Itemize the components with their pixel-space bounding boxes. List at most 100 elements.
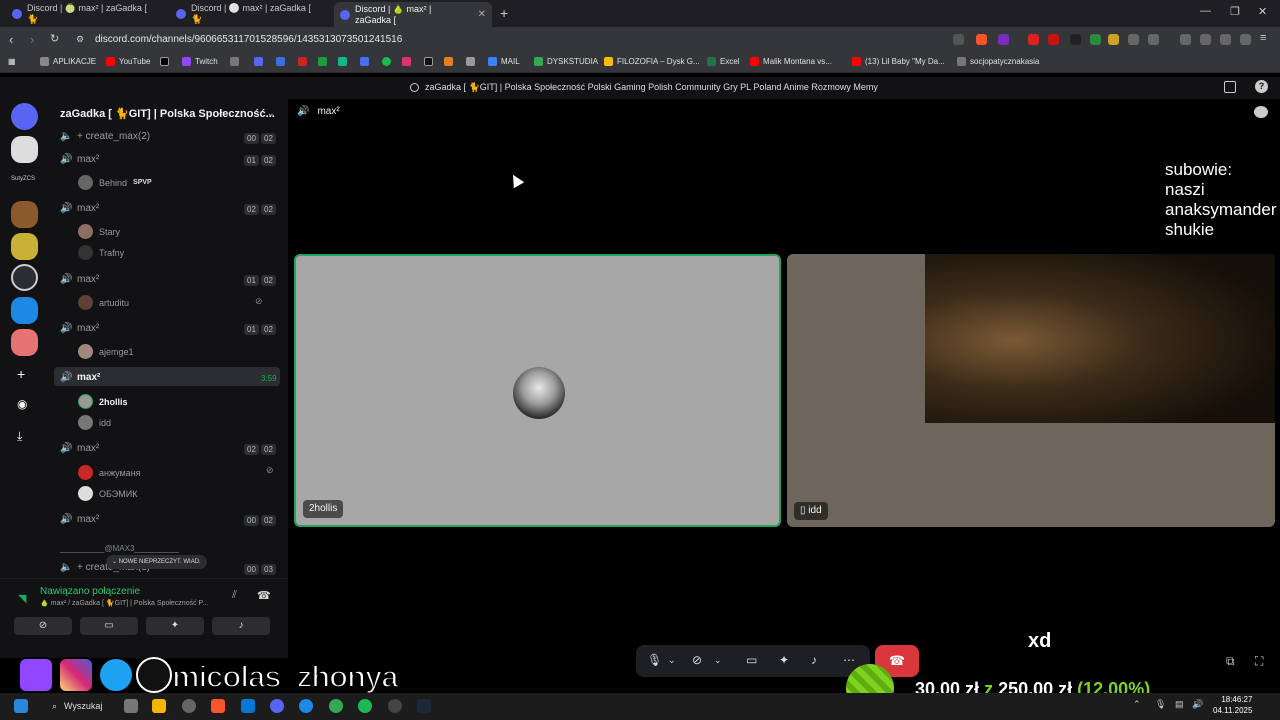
vpn-icon[interactable] <box>1240 34 1251 45</box>
help-icon[interactable]: ? <box>1255 80 1268 93</box>
chevron-down-icon[interactable]: ⌄ <box>668 655 676 666</box>
bookmark-icon[interactable] <box>276 57 285 66</box>
brave-icon[interactable] <box>211 699 225 713</box>
voice-user[interactable]: idd <box>78 415 111 430</box>
x-twitter-icon[interactable] <box>160 57 169 66</box>
noise-suppression-icon[interactable]: ⫽ <box>232 589 237 602</box>
server-avatar-active[interactable] <box>11 264 38 291</box>
discord-icon[interactable] <box>270 699 284 713</box>
download-icon[interactable]: ⤓ <box>17 429 22 444</box>
obs-icon[interactable] <box>388 699 402 713</box>
bookmark-icon[interactable] <box>254 57 263 66</box>
app-icon[interactable] <box>299 699 313 713</box>
voice-user[interactable]: ajemge1 <box>78 344 134 359</box>
microphone-icon[interactable]: 🎙 <box>647 653 662 667</box>
browser-tab-3-active[interactable]: Discord | 🍐 max² | zaGadka [ ✕ <box>334 2 492 27</box>
extension-icon[interactable] <box>1108 34 1119 45</box>
discover-icon[interactable]: ◉ <box>17 397 27 411</box>
popout-icon[interactable]: ⧉ <box>1226 654 1235 669</box>
back-icon[interactable]: ‹ <box>9 32 13 47</box>
bookmark-icon[interactable] <box>318 57 327 66</box>
camera-toggle-button[interactable]: ⊘ <box>14 617 72 635</box>
bookmark-aplikacje[interactable]: APLIKACJE <box>40 57 96 66</box>
bookmark-twitch[interactable]: Twitch <box>182 57 218 66</box>
bookmark-malik[interactable]: Malik Montana vs... <box>750 57 832 66</box>
windows-start-icon[interactable] <box>14 699 28 713</box>
channel-create-max2[interactable]: 🔈 + create_max(2) <box>60 131 150 142</box>
voice-user[interactable]: 2hollis <box>78 394 128 409</box>
menu-icon[interactable]: ≡ <box>1260 32 1266 44</box>
reload-icon[interactable]: ↻ <box>50 32 59 45</box>
voice-channel[interactable]: 🔊 max² <box>60 203 99 214</box>
bookmark-mail[interactable]: MAIL <box>488 57 520 66</box>
inbox-icon[interactable] <box>1224 81 1236 93</box>
bookmark-icon[interactable] <box>444 57 453 66</box>
spotify-icon[interactable] <box>358 699 372 713</box>
bookmark-icon[interactable] <box>298 57 307 66</box>
active-voice-channel[interactable]: 🔊 max² <box>60 372 100 383</box>
close-window-icon[interactable]: ✕ <box>1258 5 1267 18</box>
tab-search-icon[interactable] <box>1148 34 1159 45</box>
bookmark-socjopatycznakasia[interactable]: socjopatycznakasia <box>957 57 1039 66</box>
video-tile-idd[interactable]: ▯ idd <box>787 254 1275 527</box>
category-label[interactable]: __________@MAX3__________ <box>60 544 179 553</box>
share-icon[interactable] <box>953 34 964 45</box>
voice-user[interactable]: Trafny <box>78 245 124 260</box>
bookmark-dyskstudia[interactable]: DYSKSTUDIA <box>534 57 598 66</box>
activities-button[interactable]: ✦ <box>146 617 204 635</box>
tiktok-icon[interactable] <box>424 57 433 66</box>
activities-icon[interactable]: ✦ <box>779 653 789 667</box>
spotify-icon[interactable] <box>382 57 391 66</box>
leo-ai-icon[interactable] <box>1220 34 1231 45</box>
steam-icon[interactable] <box>417 699 431 713</box>
voice-channel[interactable]: 🔊 max² <box>60 274 99 285</box>
folder-icon[interactable] <box>230 57 239 66</box>
voice-channel[interactable]: 🔊 max² <box>60 514 99 525</box>
url-field[interactable]: discord.com/channels/960665311701528596/… <box>95 34 402 45</box>
bookmark-icon[interactable] <box>360 57 369 66</box>
brave-shield-icon[interactable] <box>976 34 987 45</box>
more-options-icon[interactable]: ⋯ <box>843 653 855 667</box>
voice-channel[interactable]: 🔊 max² <box>60 154 99 165</box>
voice-status[interactable]: Nawiązano połączenie <box>40 586 140 597</box>
soundboard-icon[interactable]: ♪ <box>811 653 817 667</box>
discord-home-icon[interactable] <box>11 103 38 130</box>
voice-channel[interactable]: 🔊 max² <box>60 323 99 334</box>
brave-rewards-icon[interactable] <box>998 34 1009 45</box>
extensions-puzzle-icon[interactable] <box>1128 34 1139 45</box>
server-avatar[interactable] <box>11 233 38 260</box>
close-tab-icon[interactable]: ✕ <box>478 9 486 20</box>
server-name[interactable]: zaGadka [ 🐈GIT] | Polska Społeczność... <box>60 107 275 120</box>
media-icon[interactable] <box>1180 34 1191 45</box>
screen-share-button[interactable]: ▭ <box>80 617 138 635</box>
volume-icon[interactable]: 🔊 <box>1192 699 1203 710</box>
bookmark-icon[interactable] <box>466 57 475 66</box>
new-unread-messages-pill[interactable]: ⌄ NOWE NIEPRZECZYT. WIAD. <box>106 555 207 569</box>
site-info-icon[interactable]: ⚙ <box>76 34 84 45</box>
browser-tab-1[interactable]: Discord | 🍈 max² | zaGadka [ 🐈 <box>6 3 166 24</box>
new-tab-icon[interactable]: + <box>500 5 508 21</box>
camera-off-icon[interactable]: ⊘ <box>692 653 702 667</box>
soundboard-button[interactable]: ♪ <box>212 617 270 635</box>
file-explorer-icon[interactable] <box>152 699 166 713</box>
sidebar-icon[interactable] <box>1200 34 1211 45</box>
bookmark-filozofia[interactable]: FILOZOFIA – Dysk G... <box>604 57 700 66</box>
minimize-icon[interactable]: — <box>1200 5 1211 17</box>
bookmark-icon[interactable] <box>338 57 347 66</box>
app-icon[interactable] <box>241 699 255 713</box>
video-tile-2hollis[interactable]: 2hollis <box>294 254 781 527</box>
voice-user[interactable]: Behind SPVP <box>78 175 152 190</box>
restore-icon[interactable]: ❐ <box>1230 5 1240 18</box>
bookmark-excel[interactable]: Excel <box>707 57 740 66</box>
extension-icon[interactable] <box>1070 34 1081 45</box>
settings-icon[interactable] <box>182 699 196 713</box>
bookmark-youtube[interactable]: YouTube <box>106 57 150 66</box>
add-server-icon[interactable]: + <box>17 366 25 382</box>
voice-user[interactable]: Stary <box>78 224 120 239</box>
fullscreen-icon[interactable]: ⛶ <box>1255 654 1263 669</box>
clock[interactable]: 18:46:27 04.11.2025 <box>1213 694 1252 716</box>
forward-icon[interactable]: › <box>30 32 34 47</box>
voice-channel[interactable]: 🔊 max² <box>60 443 99 454</box>
bookmark-lil-baby[interactable]: (13) Lil Baby "My Da... <box>852 57 945 66</box>
voice-user[interactable]: artuditu <box>78 295 129 310</box>
